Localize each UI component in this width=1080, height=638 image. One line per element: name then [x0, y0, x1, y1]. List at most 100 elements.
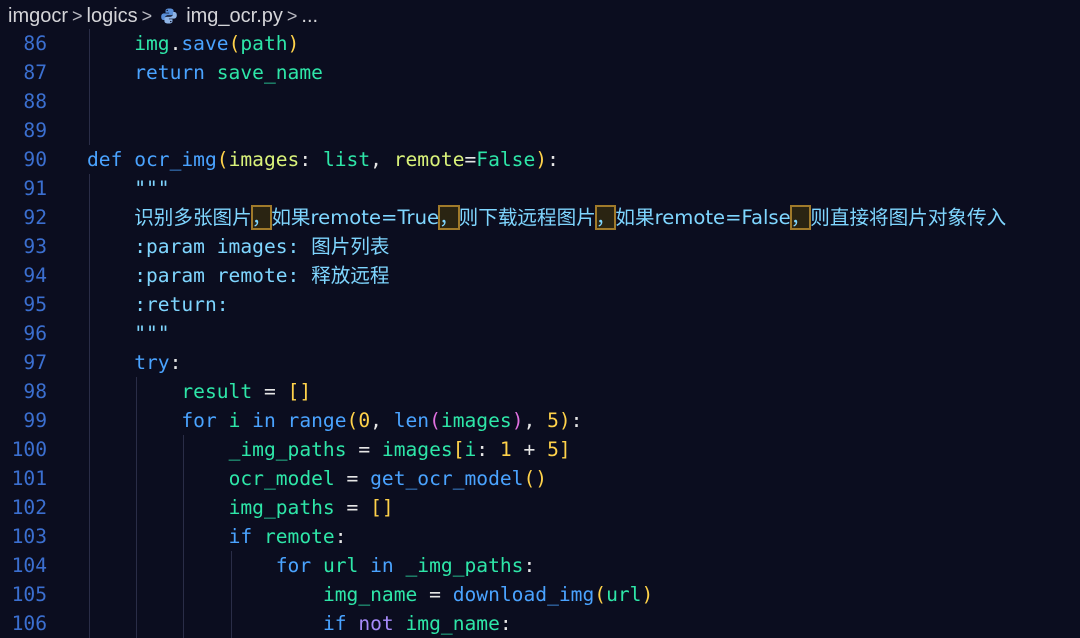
- code-token: download_img: [452, 583, 595, 606]
- code-line[interactable]: 98 result = []: [0, 377, 1080, 406]
- line-number: 104: [11, 554, 47, 577]
- code-token: 释放远程: [311, 264, 390, 287]
- code-token: (: [216, 148, 229, 171]
- code-token: =: [346, 438, 382, 461]
- python-file-icon: [161, 8, 177, 24]
- indent-guide: [230, 551, 232, 638]
- code-line[interactable]: 89: [0, 116, 1080, 145]
- chevron-right-icon: >: [141, 5, 153, 26]
- breadcrumb-item-folder[interactable]: imgocr: [8, 5, 68, 28]
- code-line[interactable]: 90 def ocr_img(images: list, remote=False…: [0, 145, 1080, 174]
- line-number: 101: [11, 467, 47, 490]
- code-line[interactable]: 100 _img_paths = images[i: 1 + 5]: [0, 435, 1080, 464]
- code-line[interactable]: 99 for i in range(0, len(images), 5):: [0, 406, 1080, 435]
- code-line[interactable]: 93 :param images: 图片列表: [0, 232, 1080, 261]
- code-token: ): [535, 148, 548, 171]
- indent-guide: [183, 435, 185, 638]
- code-token: 5: [547, 409, 559, 432]
- code-token: :: [476, 438, 500, 461]
- code-text: return save_name: [87, 58, 323, 87]
- code-line[interactable]: 88: [0, 87, 1080, 116]
- indent-guide: [89, 29, 90, 145]
- code-token: 如果remote=False: [615, 206, 791, 229]
- code-token: img_paths: [228, 496, 335, 519]
- code-token: _img_paths: [405, 554, 524, 577]
- code-token: :: [499, 612, 512, 635]
- code-text: :return:: [87, 290, 229, 319]
- code-line[interactable]: 86 img.save(path): [0, 29, 1080, 58]
- code-text: """: [87, 319, 169, 348]
- code-token: save: [181, 32, 229, 55]
- code-line[interactable]: 103 if remote:: [0, 522, 1080, 551]
- code-editor[interactable]: 86 img.save(path) 87 return save_name 88 89…: [0, 29, 1080, 638]
- code-token: img_name: [405, 612, 500, 635]
- code-token: :: [334, 525, 347, 548]
- code-line[interactable]: 104 for url in _img_paths:: [0, 551, 1080, 580]
- line-number: 99: [23, 409, 47, 432]
- line-number: 91: [23, 177, 47, 200]
- line-number: 102: [11, 496, 47, 519]
- code-token: ,: [370, 409, 394, 432]
- breadcrumb-item-symbols[interactable]: ...: [301, 5, 318, 28]
- breadcrumb-item-subfolder[interactable]: logics: [87, 5, 138, 28]
- chevron-right-icon: >: [286, 5, 298, 26]
- code-text: img_paths = []: [87, 493, 394, 522]
- code-text: img.save(path): [87, 29, 299, 58]
- code-token: img_name: [322, 583, 418, 606]
- code-token: .: [169, 32, 182, 55]
- code-token: +: [511, 438, 548, 461]
- code-line[interactable]: 105 img_name = download_img(url): [0, 580, 1080, 609]
- code-token: i: [464, 438, 477, 461]
- code-line[interactable]: 97 try:: [0, 348, 1080, 377]
- code-token: result: [181, 380, 253, 403]
- code-token: return: [134, 61, 205, 84]
- code-text: if not img_name:: [87, 609, 512, 638]
- code-line[interactable]: 87 return save_name: [0, 58, 1080, 87]
- code-token: ocr_img: [134, 148, 217, 171]
- code-text: result = []: [87, 377, 311, 406]
- code-line[interactable]: 95 :return:: [0, 290, 1080, 319]
- code-token: :param images:: [134, 235, 312, 258]
- code-token: ,: [523, 409, 548, 432]
- code-line[interactable]: 94 :param remote: 释放远程: [0, 261, 1080, 290]
- code-token: ]: [558, 438, 571, 461]
- code-token: ,: [370, 148, 394, 171]
- code-line[interactable]: 96 """: [0, 319, 1080, 348]
- code-line[interactable]: 91 """: [0, 174, 1080, 203]
- breadcrumb-item-file[interactable]: img_ocr.py: [186, 5, 283, 28]
- line-number: 98: [23, 380, 47, 403]
- code-text: _img_paths = images[i: 1 + 5]: [87, 435, 571, 464]
- line-number: 92: [23, 206, 47, 229]
- code-token: :return:: [134, 293, 229, 316]
- code-token: 图片列表: [311, 235, 390, 258]
- code-text: try:: [87, 348, 181, 377]
- code-token: ): [511, 409, 524, 432]
- line-number: 106: [11, 612, 47, 635]
- code-line[interactable]: 106 if not img_name:: [0, 609, 1080, 638]
- code-token: :: [570, 409, 583, 432]
- code-token: for: [181, 409, 217, 432]
- code-token: images: [381, 438, 453, 461]
- code-token: ，: [789, 205, 812, 230]
- code-text: :param images: 图片列表: [87, 232, 390, 261]
- code-token: ，: [438, 205, 460, 230]
- code-line[interactable]: 92 识别多张图片，如果remote=True，则下载远程图片，如果remote…: [0, 203, 1080, 232]
- code-text: img_name = download_img(url): [87, 580, 653, 609]
- code-line[interactable]: 101 ocr_model = get_ocr_model(): [0, 464, 1080, 493]
- code-line[interactable]: 102 img_paths = []: [0, 493, 1080, 522]
- code-token: (): [523, 467, 548, 490]
- code-token: if: [322, 612, 347, 635]
- code-token: =: [252, 380, 288, 403]
- code-token: []: [370, 496, 394, 519]
- line-number: 95: [23, 293, 47, 316]
